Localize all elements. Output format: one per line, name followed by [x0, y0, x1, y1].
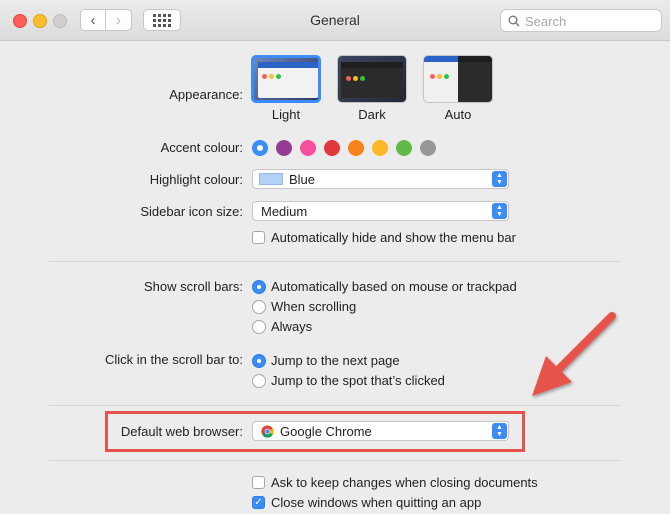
search-icon — [508, 15, 520, 27]
scroll-bars-always-radio-row[interactable]: Always — [252, 319, 312, 334]
section-divider — [49, 460, 621, 461]
scroll-bars-scrolling-radio-row[interactable]: When scrolling — [252, 299, 356, 314]
highlight-colour-popup[interactable]: Blue ▲ ▼ — [252, 169, 509, 189]
search-input[interactable] — [523, 12, 659, 31]
light-theme-thumbnail — [251, 55, 321, 103]
ask-keep-changes-label: Ask to keep changes when closing documen… — [271, 475, 538, 490]
appearance-dark-option[interactable]: Dark — [337, 55, 407, 122]
show-scroll-bars-label: Show scroll bars: — [144, 279, 243, 294]
sidebar-icon-size-label: Sidebar icon size: — [140, 204, 243, 219]
appearance-label: Appearance: — [169, 87, 243, 102]
jump-to-spot-radio[interactable] — [252, 373, 266, 388]
highlight-colour-chip — [259, 173, 283, 185]
appearance-auto-option[interactable]: Auto — [423, 55, 493, 122]
ask-keep-changes-checkbox[interactable] — [252, 476, 265, 489]
close-windows-label: Close windows when quitting an app — [271, 495, 482, 510]
accent-colour-swatch[interactable] — [276, 140, 292, 156]
highlight-colour-value: Blue — [289, 171, 316, 187]
menu-bar-autohide-checkbox-row[interactable]: Automatically hide and show the menu bar — [252, 230, 516, 245]
scroll-bars-always-label: Always — [271, 319, 313, 334]
light-label: Light — [271, 107, 301, 122]
scroll-bars-always-radio[interactable] — [252, 319, 266, 334]
accent-colour-swatch[interactable] — [324, 140, 340, 156]
jump-next-page-radio-row[interactable]: Jump to the next page — [252, 353, 400, 368]
title-bar: ‹ › General — [0, 0, 670, 41]
popup-stepper-icon: ▲ ▼ — [492, 203, 507, 219]
scroll-bars-auto-radio[interactable] — [252, 279, 266, 294]
accent-colour-swatch[interactable] — [252, 140, 268, 156]
scroll-bars-scrolling-label: When scrolling — [271, 299, 357, 314]
checkmark-icon: ✓ — [254, 496, 263, 508]
auto-label: Auto — [444, 107, 472, 122]
scroll-bars-auto-label: Automatically based on mouse or trackpad — [271, 279, 517, 294]
section-divider — [49, 261, 621, 262]
accent-colour-swatch[interactable] — [420, 140, 436, 156]
annotation-highlight-box — [105, 411, 525, 452]
search-field[interactable] — [500, 9, 662, 32]
accent-colour-swatch[interactable] — [396, 140, 412, 156]
sidebar-icon-size-popup[interactable]: Medium ▲ ▼ — [252, 201, 509, 221]
close-windows-checkbox-row[interactable]: ✓ Close windows when quitting an app — [252, 495, 481, 510]
dark-label: Dark — [358, 107, 386, 122]
scroll-bars-auto-radio-row[interactable]: Automatically based on mouse or trackpad — [252, 279, 517, 294]
auto-theme-thumbnail — [423, 55, 493, 103]
scroll-bars-scrolling-radio[interactable] — [252, 299, 266, 314]
accent-colour-label: Accent colour: — [160, 140, 243, 155]
jump-next-page-radio[interactable] — [252, 353, 266, 368]
dark-theme-thumbnail — [337, 55, 407, 103]
sidebar-icon-size-value: Medium — [261, 203, 308, 219]
ask-keep-changes-checkbox-row[interactable]: Ask to keep changes when closing documen… — [252, 475, 538, 490]
close-windows-checkbox[interactable]: ✓ — [252, 496, 265, 509]
menu-bar-autohide-label: Automatically hide and show the menu bar — [271, 230, 516, 245]
jump-to-spot-radio-row[interactable]: Jump to the spot that’s clicked — [252, 373, 445, 388]
menu-bar-autohide-checkbox[interactable] — [252, 231, 265, 244]
accent-colour-swatch[interactable] — [348, 140, 364, 156]
accent-colour-swatch[interactable] — [372, 140, 388, 156]
appearance-light-option[interactable]: Light — [251, 55, 321, 122]
accent-colour-swatch[interactable] — [300, 140, 316, 156]
jump-next-page-label: Jump to the next page — [271, 353, 400, 368]
highlight-colour-label: Highlight colour: — [149, 172, 243, 187]
jump-to-spot-label: Jump to the spot that’s clicked — [271, 373, 445, 388]
click-scroll-bar-label: Click in the scroll bar to: — [105, 352, 243, 367]
section-divider — [49, 405, 621, 406]
popup-stepper-icon: ▲ ▼ — [492, 171, 507, 187]
